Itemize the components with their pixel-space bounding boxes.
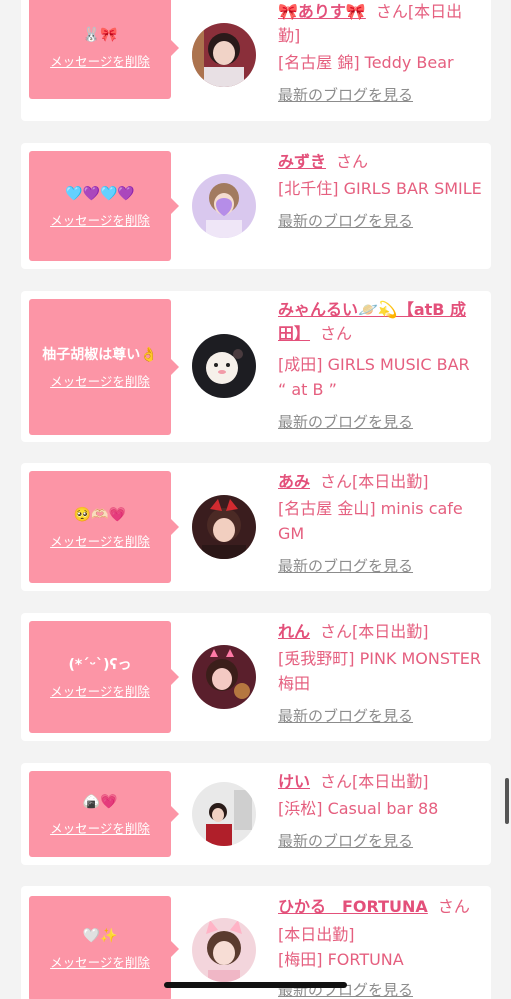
shop-name: [梅田] FORTUNA <box>278 950 404 969</box>
avatar-photo <box>192 645 256 709</box>
latest-blog-link[interactable]: 最新のブログを見る <box>278 706 483 726</box>
delete-message-link[interactable]: メッセージを削除 <box>50 51 150 70</box>
avatar[interactable] <box>192 174 256 238</box>
work-status: [本日出勤] <box>278 925 355 944</box>
message-preview[interactable]: (*ˊᵕˋ)ʕっ メッセージを削除 <box>29 621 179 733</box>
cast-name-link[interactable]: ひかる FORTUNA <box>278 897 428 916</box>
cast-name-link[interactable]: みゃんるい🪐💫【atB 成田】 <box>278 300 466 343</box>
avatar[interactable] <box>192 23 256 87</box>
message-preview[interactable]: 柚子胡椒は尊い👌 メッセージを削除 <box>29 299 179 435</box>
scrollbar-thumb[interactable] <box>505 778 509 824</box>
list-item: 🐰🎀 メッセージを削除 🎀ありす🎀 さん[本日出勤] [名古屋 錦] Teddy … <box>21 0 491 121</box>
message-preview[interactable]: 🐰🎀 メッセージを削除 <box>29 0 179 99</box>
delete-message-link[interactable]: メッセージを削除 <box>50 952 150 971</box>
work-status: [本日出勤] <box>352 472 429 491</box>
cast-info: みゃんるい🪐💫【atB 成田】 さん [成田] GIRLS MUSIC BAR “… <box>278 298 483 432</box>
avatar[interactable] <box>192 918 256 982</box>
latest-blog-link[interactable]: 最新のブログを見る <box>278 412 483 432</box>
honorific: さん <box>320 472 353 491</box>
cast-info: れん さん[本日出勤] [兎我野町] PINK MONSTER梅田 最新のブログを… <box>278 620 483 726</box>
latest-blog-link[interactable]: 最新のブログを見る <box>278 556 483 576</box>
work-status: [本日出勤] <box>352 622 429 641</box>
message-text: (*ˊᵕˋ)ʕっ <box>68 656 132 673</box>
delete-message-link[interactable]: メッセージを削除 <box>50 210 150 229</box>
honorific: さん <box>320 622 353 641</box>
home-indicator[interactable] <box>164 982 347 988</box>
work-status: [本日出勤] <box>352 772 429 791</box>
message-text: 🩵💜🩵💜 <box>65 185 135 202</box>
cast-info: みずき さん [北千住] GIRLS BAR SMILE 最新のブログを見る <box>278 150 483 231</box>
delete-message-link[interactable]: メッセージを削除 <box>50 371 150 390</box>
latest-blog-link[interactable]: 最新のブログを見る <box>278 211 483 231</box>
honorific: さん <box>320 772 353 791</box>
message-text: 🤍✨ <box>82 928 118 944</box>
honorific: さん <box>375 2 408 21</box>
shop-name: [北千住] GIRLS BAR SMILE <box>278 179 482 198</box>
shop-name: [兎我野町] PINK MONSTER梅田 <box>278 649 482 693</box>
honorific: さん <box>320 324 353 343</box>
cast-name-link[interactable]: けい <box>278 772 310 791</box>
message-text: 🍙💗 <box>82 793 118 810</box>
cast-name-link[interactable]: あみ <box>278 472 310 491</box>
avatar-photo <box>192 495 256 559</box>
list-item: (*ˊᵕˋ)ʕっ メッセージを削除 れん さん[本日出勤] [兎我野町] PINK… <box>21 613 491 741</box>
list-item: 🩵💜🩵💜 メッセージを削除 みずき さん [北千住] GIRLS BAR SMIL… <box>21 143 491 269</box>
avatar-photo <box>192 334 256 398</box>
list-item: 🍙💗 メッセージを削除 けい さん[本日出勤] [浜松] Casual bar 8… <box>21 763 491 865</box>
message-preview[interactable]: 🤍✨ メッセージを削除 <box>29 896 179 999</box>
cast-info: あみ さん[本日出勤] [名古屋 金山] minis cafe GM 最新のブログ… <box>278 470 483 576</box>
message-preview[interactable]: 🩵💜🩵💜 メッセージを削除 <box>29 151 179 261</box>
shop-name: [浜松] Casual bar 88 <box>278 799 439 818</box>
list-item: 柚子胡椒は尊い👌 メッセージを削除 みゃんるい🪐💫【atB 成田】 さん [成田]… <box>21 291 491 442</box>
message-text: 🥺🫶🏻💗 <box>73 506 127 523</box>
cast-info: けい さん[本日出勤] [浜松] Casual bar 88 最新のブログを見る <box>278 770 483 851</box>
shop-name: [名古屋 錦] Teddy Bear <box>278 53 454 72</box>
latest-blog-link[interactable]: 最新のブログを見る <box>278 831 483 851</box>
latest-blog-link[interactable]: 最新のブログを見る <box>278 85 483 105</box>
avatar[interactable] <box>192 495 256 559</box>
avatar-photo <box>192 782 256 846</box>
honorific: さん <box>437 897 470 916</box>
honorific: さん <box>336 152 369 171</box>
shop-name: [名古屋 金山] minis cafe GM <box>278 499 463 543</box>
shop-name: [成田] GIRLS MUSIC BAR “ at B ” <box>278 355 470 399</box>
cast-name-link[interactable]: れん <box>278 622 310 641</box>
message-text: 🐰🎀 <box>82 27 118 43</box>
avatar-photo <box>192 174 256 238</box>
message-preview[interactable]: 🍙💗 メッセージを削除 <box>29 771 179 857</box>
message-text: 柚子胡椒は尊い👌 <box>42 346 158 363</box>
avatar-photo <box>192 918 256 982</box>
avatar[interactable] <box>192 645 256 709</box>
cast-info: 🎀ありす🎀 さん[本日出勤] [名古屋 錦] Teddy Bear 最新のブログを… <box>278 0 483 105</box>
delete-message-link[interactable]: メッセージを削除 <box>50 818 150 837</box>
message-preview[interactable]: 🥺🫶🏻💗 メッセージを削除 <box>29 471 179 583</box>
list-item: 🥺🫶🏻💗 メッセージを削除 あみ さん[本日出勤] [名古屋 金山] minis … <box>21 463 491 591</box>
cast-name-link[interactable]: 🎀ありす🎀 <box>278 2 366 21</box>
cast-name-link[interactable]: みずき <box>278 152 326 171</box>
delete-message-link[interactable]: メッセージを削除 <box>50 681 150 700</box>
message-list: 🐰🎀 メッセージを削除 🎀ありす🎀 さん[本日出勤] [名古屋 錦] Teddy … <box>0 0 511 999</box>
avatar[interactable] <box>192 782 256 846</box>
delete-message-link[interactable]: メッセージを削除 <box>50 531 150 550</box>
avatar[interactable] <box>192 334 256 398</box>
avatar-photo <box>192 23 256 87</box>
